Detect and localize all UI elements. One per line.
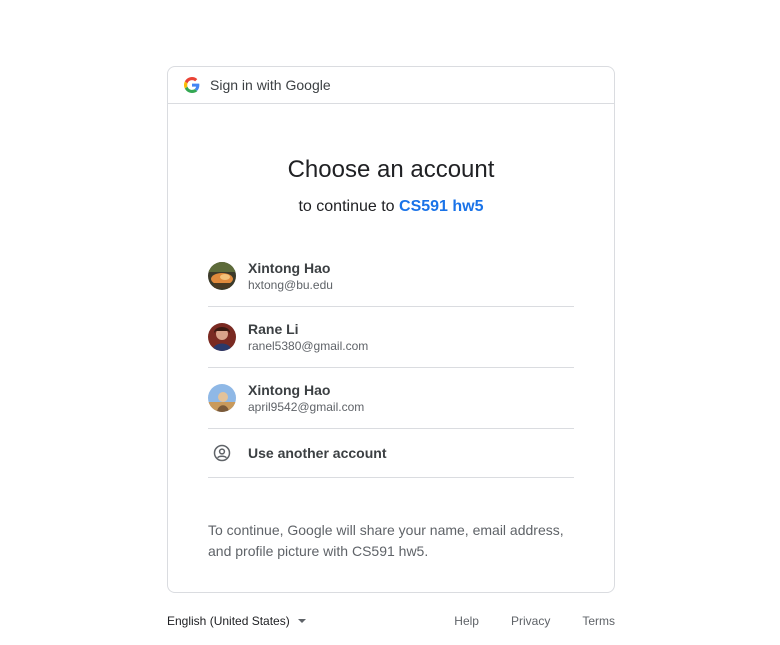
terms-link[interactable]: Terms (582, 614, 615, 628)
footer: English (United States) Help Privacy Ter… (167, 614, 615, 628)
account-email: april9542@gmail.com (248, 400, 365, 414)
page-subtitle: to continue to CS591 hw5 (168, 198, 614, 216)
account-name: Xintong Hao (248, 382, 331, 398)
privacy-link[interactable]: Privacy (511, 614, 550, 628)
account-item[interactable]: Rane Li ranel5380@gmail.com (208, 307, 574, 368)
page-title: Choose an account (287, 156, 495, 183)
privacy-notice: To continue, Google will share your name… (208, 520, 574, 562)
app-name-link[interactable]: CS591 hw5 (399, 198, 483, 215)
google-logo-icon (184, 77, 200, 93)
use-another-account-label: Use another account (248, 445, 387, 461)
sign-in-card: Sign in with Google Choose an account to… (167, 66, 615, 593)
subtitle-prefix: to continue to (298, 198, 395, 215)
notice-line-1: To continue, Google will share your name… (208, 522, 564, 538)
account-circle-icon (208, 439, 236, 467)
account-name: Rane Li (248, 321, 299, 337)
account-email: ranel5380@gmail.com (248, 339, 369, 353)
account-list: Xintong Hao hxtong@bu.edu Rane Li ranel5… (208, 246, 574, 478)
header-title: Sign in with Google (210, 77, 331, 93)
account-item[interactable]: Xintong Hao april9542@gmail.com (208, 368, 574, 429)
footer-links: Help Privacy Terms (422, 614, 615, 628)
language-selector[interactable]: English (United States) (167, 614, 306, 628)
avatar (208, 384, 236, 412)
avatar (208, 323, 236, 351)
language-label: English (United States) (167, 614, 290, 628)
help-link[interactable]: Help (454, 614, 479, 628)
account-text: Xintong Hao hxtong@bu.edu (248, 259, 333, 293)
avatar (208, 262, 236, 290)
account-item[interactable]: Xintong Hao hxtong@bu.edu (208, 246, 574, 307)
account-text: Xintong Hao april9542@gmail.com (248, 381, 364, 415)
account-email: hxtong@bu.edu (248, 278, 333, 292)
notice-line-2: and profile picture with CS591 hw5. (208, 543, 429, 559)
use-another-account-button[interactable]: Use another account (208, 429, 574, 478)
caret-down-icon (297, 619, 306, 623)
card-header: Sign in with Google (168, 67, 614, 104)
account-name: Xintong Hao (248, 260, 331, 276)
account-text: Rane Li ranel5380@gmail.com (248, 320, 368, 354)
